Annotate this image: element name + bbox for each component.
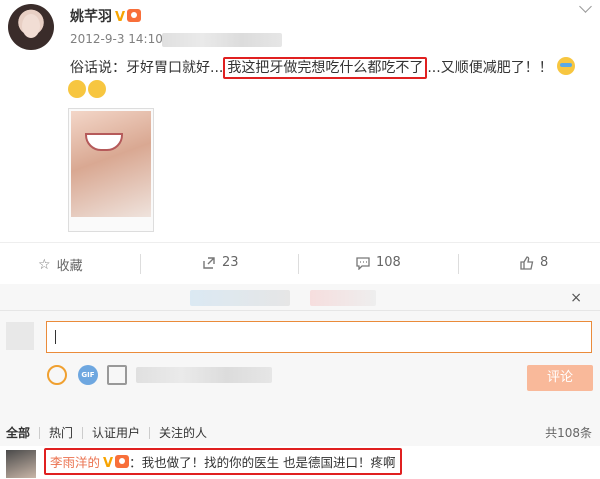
verified-badge: V xyxy=(115,10,126,25)
vip-icon xyxy=(115,455,130,468)
repost-icon xyxy=(202,256,216,270)
comment-icon xyxy=(356,256,370,271)
author-avatar[interactable] xyxy=(8,4,54,50)
action-bar: ☆ 收藏 23 108 8 xyxy=(0,250,600,278)
tab-hot[interactable]: 热门 xyxy=(49,424,73,441)
like-count: 8 xyxy=(540,255,549,270)
author-name-text[interactable]: 姚芊羽 xyxy=(70,9,112,25)
tab-all[interactable]: 全部 xyxy=(6,424,30,441)
drool-emoji-icon xyxy=(68,80,86,98)
like-icon xyxy=(520,255,534,270)
repost-button[interactable]: 23 xyxy=(202,255,239,270)
comment-tabs: 全部 热门 认证用户 关注的人 xyxy=(6,424,216,441)
comment-count: 108 xyxy=(376,255,401,270)
commenter-name[interactable]: 李雨洋的 xyxy=(50,455,100,470)
tab-following[interactable]: 关注的人 xyxy=(159,424,207,441)
post-text-highlight: 我这把牙做完想吃什么都吃不了 xyxy=(223,57,428,79)
blurred-source xyxy=(162,33,282,47)
submit-comment-button[interactable]: 评论 xyxy=(527,365,593,391)
comment-button[interactable]: 108 xyxy=(356,255,401,271)
vip-icon xyxy=(127,9,142,22)
crying-emoji-icon xyxy=(556,57,575,75)
blurred-option xyxy=(136,367,272,383)
post-image[interactable] xyxy=(68,108,154,232)
comment-item: 李雨洋的 V ：我也做了！找的你的医生 也是德国进口！疼啊 xyxy=(44,448,402,475)
favorite-label: 收藏 xyxy=(56,259,83,274)
divider xyxy=(0,242,600,243)
like-button[interactable]: 8 xyxy=(520,255,548,270)
commenter-avatar[interactable] xyxy=(6,450,36,478)
author-name[interactable]: 姚芊羽 V xyxy=(70,6,142,26)
post-text-before: 俗话说：牙好胃口就好... xyxy=(70,60,224,76)
smile-icon[interactable] xyxy=(47,365,67,385)
blurred-banner xyxy=(190,290,380,306)
user-avatar xyxy=(6,322,34,350)
post-timestamp[interactable]: 2012-9-3 14:10 xyxy=(70,32,163,46)
favorite-button[interactable]: ☆ 收藏 xyxy=(38,255,83,275)
gif-icon[interactable]: GIF xyxy=(78,365,98,385)
image-icon[interactable] xyxy=(107,365,127,385)
emoji-row xyxy=(68,80,106,99)
chevron-down-icon[interactable] xyxy=(579,0,592,13)
star-icon: ☆ xyxy=(38,256,51,273)
verified-badge-icon: V xyxy=(103,456,114,471)
post-text: 俗话说：牙好胃口就好... 我这把牙做完想吃什么都吃不了 ...又顺便减肥了！！ xyxy=(70,57,590,79)
comment-total: 共108条 xyxy=(545,426,592,440)
post-text-after: ...又顺便减肥了！！ xyxy=(427,60,553,76)
comment-input[interactable] xyxy=(46,321,592,353)
worried-emoji-icon xyxy=(88,80,106,98)
close-icon[interactable]: × xyxy=(570,290,582,306)
tab-verified[interactable]: 认证用户 xyxy=(92,424,140,441)
repost-count: 23 xyxy=(222,255,239,270)
comment-text: ：我也做了！找的你的医生 也是德国进口！疼啊 xyxy=(129,455,396,470)
